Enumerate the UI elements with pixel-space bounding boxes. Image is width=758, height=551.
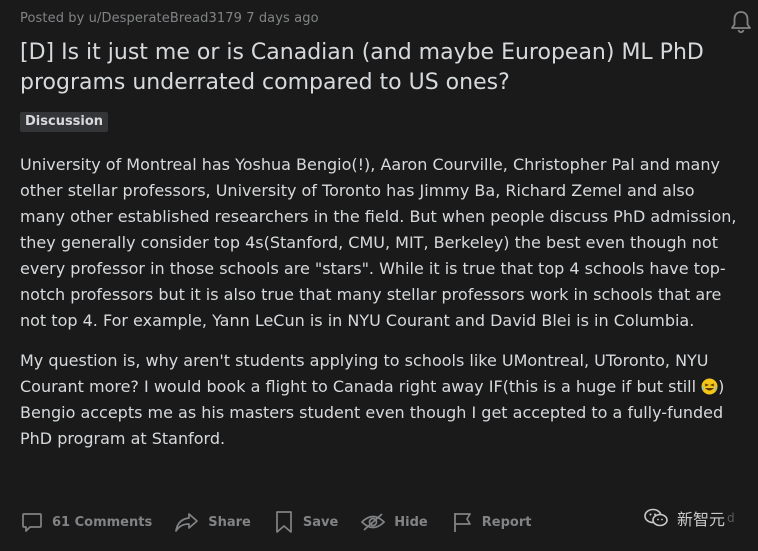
share-button[interactable]: Share: [174, 510, 251, 534]
post-actions-bar: 61 Comments Share Save Hide Report: [20, 503, 553, 541]
bell-icon[interactable]: [728, 9, 754, 35]
watermark: 新智元 d: [643, 505, 735, 531]
post-author-line: Posted by u/DesperateBread3179 7 days ag…: [20, 11, 319, 26]
post-title[interactable]: [D] Is it just me or is Canadian (and ma…: [20, 38, 740, 98]
save-label: Save: [302, 514, 339, 530]
comments-button[interactable]: 61 Comments: [20, 510, 152, 534]
share-label: Share: [208, 514, 251, 530]
report-icon: [453, 513, 471, 532]
post-body: University of Montreal has Yoshua Bengio…: [20, 152, 742, 466]
watermark-text: 新智元: [677, 510, 726, 529]
post-paragraph-2: My question is, why aren't students appl…: [20, 348, 742, 452]
hide-label: Hide: [394, 514, 428, 530]
post-paragraph-2-text-a: My question is, why aren't students appl…: [20, 351, 709, 396]
watermark-faded-text: d: [727, 511, 735, 525]
reddit-post: Posted by u/DesperateBread3179 7 days ag…: [0, 0, 758, 551]
share-icon: [175, 513, 199, 532]
comments-label: 61 Comments: [52, 514, 153, 530]
flair-badge[interactable]: Discussion: [20, 112, 109, 132]
save-button[interactable]: Save: [273, 509, 338, 535]
report-label: Report: [481, 514, 532, 530]
post-paragraph-1: University of Montreal has Yoshua Bengio…: [20, 155, 737, 330]
save-icon: [275, 511, 292, 533]
laughing-emoji-icon: [701, 377, 718, 395]
hide-icon: [361, 513, 386, 531]
wechat-logo-icon: [644, 508, 668, 527]
report-button[interactable]: Report: [450, 510, 532, 534]
hide-button[interactable]: Hide: [360, 511, 428, 533]
comment-icon: [22, 513, 42, 532]
